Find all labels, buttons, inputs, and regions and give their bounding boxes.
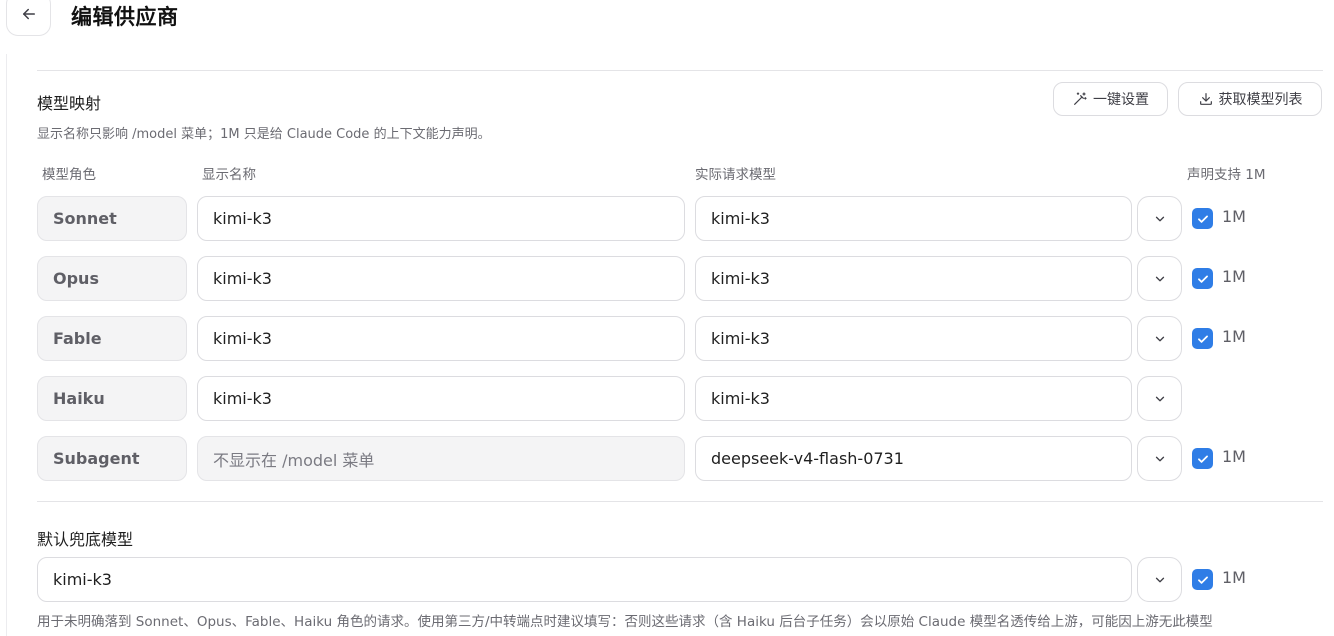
declare-1m-checkbox[interactable] — [1192, 208, 1213, 229]
column-header-declare-1m: 声明支持 1M — [1187, 167, 1266, 183]
check-icon — [1197, 275, 1208, 283]
role-label: Opus — [37, 256, 187, 301]
display-name-input: 不显示在 /model 菜单 — [197, 436, 685, 481]
mapping-row-fable: Fable kimi-k3 kimi-k3 1M — [0, 316, 1334, 361]
check-icon — [1197, 335, 1208, 343]
declare-1m-checkbox[interactable] — [1192, 448, 1213, 469]
back-button[interactable] — [6, 0, 51, 36]
display-name-input[interactable]: kimi-k3 — [197, 196, 685, 241]
chevron-down-icon — [1155, 336, 1164, 341]
chevron-down-icon — [1155, 456, 1164, 461]
column-header-display-name: 显示名称 — [202, 167, 256, 183]
mapping-section-title: 模型映射 — [37, 94, 102, 113]
check-icon — [1197, 455, 1208, 463]
fallback-controls: 1M — [0, 557, 1334, 602]
request-model-input[interactable]: kimi-k3 — [695, 256, 1132, 301]
declare-1m-label: 1M — [1222, 447, 1246, 466]
declare-1m-checkbox[interactable] — [1192, 268, 1213, 289]
column-header-request-model: 实际请求模型 — [695, 167, 776, 183]
fallback-1m-label: 1M — [1222, 568, 1246, 587]
mapping-row-opus: Opus kimi-k3 kimi-k3 1M — [0, 256, 1334, 301]
column-header-role: 模型角色 — [42, 167, 96, 183]
magic-wand-icon — [1074, 92, 1087, 105]
mapping-row-sonnet: Sonnet kimi-k3 kimi-k3 1M — [0, 196, 1334, 241]
divider — [37, 501, 1323, 502]
fallback-dropdown-button[interactable] — [1137, 557, 1182, 602]
chevron-down-icon — [1155, 396, 1164, 401]
model-dropdown-button[interactable] — [1137, 256, 1182, 301]
declare-1m-label: 1M — [1222, 207, 1246, 226]
page-title: 编辑供应商 — [71, 5, 179, 29]
request-model-input[interactable]: kimi-k3 — [695, 196, 1132, 241]
request-model-input[interactable]: deepseek-v4-flash-0731 — [695, 436, 1132, 481]
model-dropdown-button[interactable] — [1137, 196, 1182, 241]
model-dropdown-button[interactable] — [1137, 436, 1182, 481]
declare-1m-label: 1M — [1222, 327, 1246, 346]
fallback-note: 用于未明确落到 Sonnet、Opus、Fable、Haiku 角色的请求。使用… — [37, 614, 1213, 630]
model-dropdown-button[interactable] — [1137, 376, 1182, 421]
one-click-setup-button[interactable]: 一键设置 — [1053, 82, 1168, 116]
chevron-down-icon — [1155, 216, 1164, 221]
fetch-model-list-button[interactable]: 获取模型列表 — [1178, 82, 1322, 116]
role-label: Fable — [37, 316, 187, 361]
request-model-input[interactable]: kimi-k3 — [695, 316, 1132, 361]
chevron-down-icon — [1155, 577, 1164, 582]
chevron-down-icon — [1155, 276, 1164, 281]
display-name-input[interactable]: kimi-k3 — [197, 256, 685, 301]
role-label: Sonnet — [37, 196, 187, 241]
mapping-description: 显示名称只影响 /model 菜单；1M 只是给 Claude Code 的上下… — [37, 127, 491, 142]
model-dropdown-button[interactable] — [1137, 316, 1182, 361]
check-icon — [1197, 215, 1208, 223]
role-label: Haiku — [37, 376, 187, 421]
download-icon — [1199, 93, 1212, 105]
role-label: Subagent — [37, 436, 187, 481]
one-click-setup-label: 一键设置 — [1093, 92, 1149, 108]
declare-1m-checkbox[interactable] — [1192, 328, 1213, 349]
display-name-input[interactable]: kimi-k3 — [197, 316, 685, 361]
check-icon — [1197, 576, 1208, 584]
arrow-left-icon — [22, 8, 35, 20]
divider — [37, 70, 1323, 71]
mapping-row-subagent: Subagent 不显示在 /model 菜单 deepseek-v4-flas… — [0, 436, 1334, 481]
request-model-input[interactable]: kimi-k3 — [695, 376, 1132, 421]
declare-1m-label: 1M — [1222, 267, 1246, 286]
mapping-row-haiku: Haiku kimi-k3 kimi-k3 — [0, 376, 1334, 421]
fallback-1m-checkbox[interactable] — [1192, 569, 1213, 590]
fallback-section-title: 默认兜底模型 — [37, 530, 134, 549]
display-name-input[interactable]: kimi-k3 — [197, 376, 685, 421]
fetch-model-list-label: 获取模型列表 — [1218, 92, 1303, 108]
